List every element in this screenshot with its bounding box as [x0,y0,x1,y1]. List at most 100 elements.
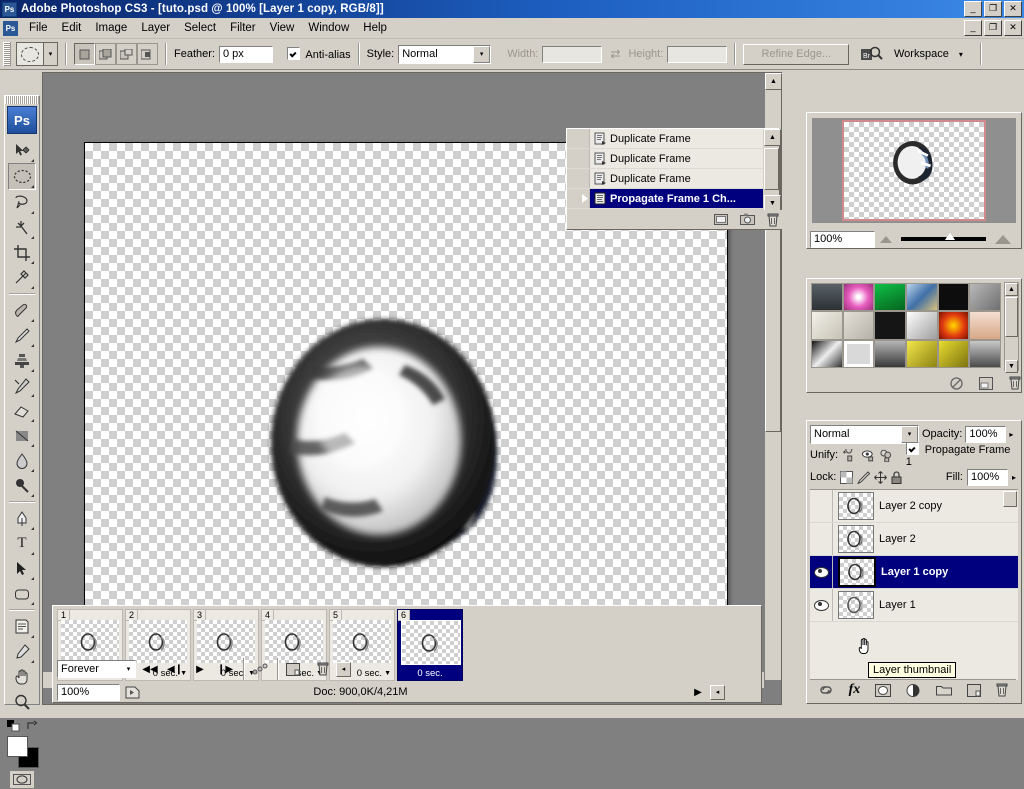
style-swatch[interactable] [969,339,1001,368]
foreground-color-swatch[interactable] [7,736,28,757]
create-adjustment-layer-icon[interactable] [906,683,921,697]
play-animation-button[interactable]: ▶ [189,660,211,678]
layer-name[interactable]: Layer 2 [879,533,916,545]
unify-layer-position-icon[interactable] [842,448,857,462]
navigator-zoom-slider[interactable] [901,232,986,241]
style-swatch[interactable] [937,283,970,312]
menu-item-layer[interactable]: Layer [134,20,177,36]
delete-layer-icon[interactable] [996,683,1008,697]
intersect-with-selection-button[interactable] [137,43,158,65]
unify-layer-style-icon[interactable] [879,449,894,462]
healing-brush-tool-button[interactable] [9,298,35,323]
horizontal-type-tool-button[interactable]: T [9,531,35,556]
quick-mask-mode-button[interactable] [9,770,35,789]
history-state-row[interactable]: Duplicate Frame [567,129,763,149]
select-previous-frame-button[interactable]: ◀❙ [164,660,186,678]
fill-slider-chevron-icon[interactable]: ▸ [1012,473,1016,482]
styles-scrollbar[interactable]: ▲ ▼ [1004,282,1019,373]
dodge-tool-button[interactable] [9,473,35,498]
path-selection-tool-button[interactable] [9,556,35,581]
history-snapshot-cell[interactable] [567,189,590,208]
style-swatch[interactable] [905,311,938,340]
unify-layer-visibility-icon[interactable] [861,449,876,462]
document-zoom-input[interactable]: 100% [57,683,120,701]
history-state-row[interactable]: Duplicate Frame [567,169,763,189]
gradient-tool-button[interactable] [9,423,35,448]
layer-name[interactable]: Layer 1 copy [881,566,948,578]
layer-row[interactable]: Layer 2 [810,523,1018,556]
minimize-button[interactable]: _ [964,1,982,17]
menu-item-filter[interactable]: Filter [223,20,263,36]
history-snapshot-cell[interactable] [567,129,590,148]
history-scrollbar[interactable]: ▲ ▼ [764,129,781,212]
style-swatch[interactable] [937,311,970,340]
close-button[interactable]: ✕ [1004,1,1022,17]
layer-thumbnail[interactable] [838,492,874,520]
blur-tool-button[interactable] [9,448,35,473]
layer-visibility-toggle[interactable] [810,589,833,621]
select-next-frame-button[interactable]: ❙▶ [214,660,236,678]
link-layers-icon[interactable] [818,684,834,696]
feather-input[interactable]: 0 px [218,45,273,63]
tween-animation-frames-icon[interactable] [252,663,270,676]
style-select[interactable]: Normal ▾ [398,44,492,64]
workspace-chevron-down-icon[interactable]: ▾ [959,50,963,59]
magic-wand-tool-button[interactable] [9,215,35,240]
style-swatch[interactable] [811,283,843,312]
pen-tool-button[interactable] [9,506,35,531]
lock-image-pixels-icon[interactable] [857,470,871,484]
eyedropper-tool-button[interactable] [9,639,35,664]
layer-row[interactable]: Layer 2 copy [810,490,1018,523]
history-scroll-up-button[interactable]: ▲ [764,129,781,146]
create-new-style-icon[interactable] [979,376,993,390]
create-new-layer-icon[interactable] [967,683,982,697]
restore-button[interactable]: ❐ [984,1,1002,17]
add-layer-mask-icon[interactable] [875,683,892,697]
go-to-bridge-icon[interactable]: Br [860,44,884,64]
style-swatch[interactable] [905,339,938,368]
layer-visibility-toggle[interactable] [810,490,833,522]
lock-position-icon[interactable] [874,470,888,484]
layer-visibility-toggle[interactable] [810,556,833,588]
style-swatch[interactable] [874,311,906,340]
clone-stamp-tool-button[interactable] [9,348,35,373]
menu-item-view[interactable]: View [263,20,302,36]
add-to-selection-button[interactable] [95,43,116,65]
frame-thumbnail[interactable] [61,620,119,663]
foreground-background-color[interactable] [7,736,39,768]
style-swatch[interactable] [969,311,1001,340]
elliptical-marquee-tool-button[interactable] [8,163,36,190]
zoom-in-icon[interactable] [995,234,1011,244]
style-swatch[interactable] [811,339,843,368]
style-swatch[interactable] [874,283,906,312]
rounded-rectangle-tool-button[interactable] [9,581,35,606]
clear-style-icon[interactable] [950,376,963,390]
layer-name[interactable]: Layer 2 copy [879,500,942,512]
style-swatch[interactable] [969,283,1001,312]
menu-item-window[interactable]: Window [301,20,356,36]
select-first-frame-button[interactable]: ◀◀ [139,660,161,678]
layer-thumbnail[interactable] [838,557,876,587]
doc-close-button[interactable]: ✕ [1004,20,1022,36]
elliptical-marquee-icon[interactable] [16,42,44,66]
layers-scroll-up-button[interactable] [1003,491,1017,507]
layer-row[interactable]: Layer 1 [810,589,1018,622]
create-new-snapshot-icon[interactable] [740,213,755,226]
new-selection-button[interactable] [74,43,95,65]
eraser-tool-button[interactable] [9,398,35,423]
layer-name[interactable]: Layer 1 [879,599,916,611]
style-swatch[interactable] [905,283,938,312]
tool-preset-chevron-down-icon[interactable]: ▾ [44,42,58,66]
create-new-group-icon[interactable] [936,684,953,696]
preview-in-browser-icon[interactable] [125,686,140,699]
notes-tool-button[interactable] [9,614,35,639]
frame-thumbnail[interactable] [129,620,187,663]
crop-tool-button[interactable] [9,240,35,265]
style-swatch[interactable] [842,311,875,340]
menu-item-help[interactable]: Help [356,20,394,36]
zoom-slider-thumb[interactable] [945,232,956,240]
delete-state-icon[interactable] [767,213,779,227]
animation-scroll-left-button[interactable]: ◂ [336,661,351,677]
history-state-row[interactable]: Duplicate Frame [567,149,763,169]
lock-transparent-pixels-icon[interactable] [840,470,854,484]
